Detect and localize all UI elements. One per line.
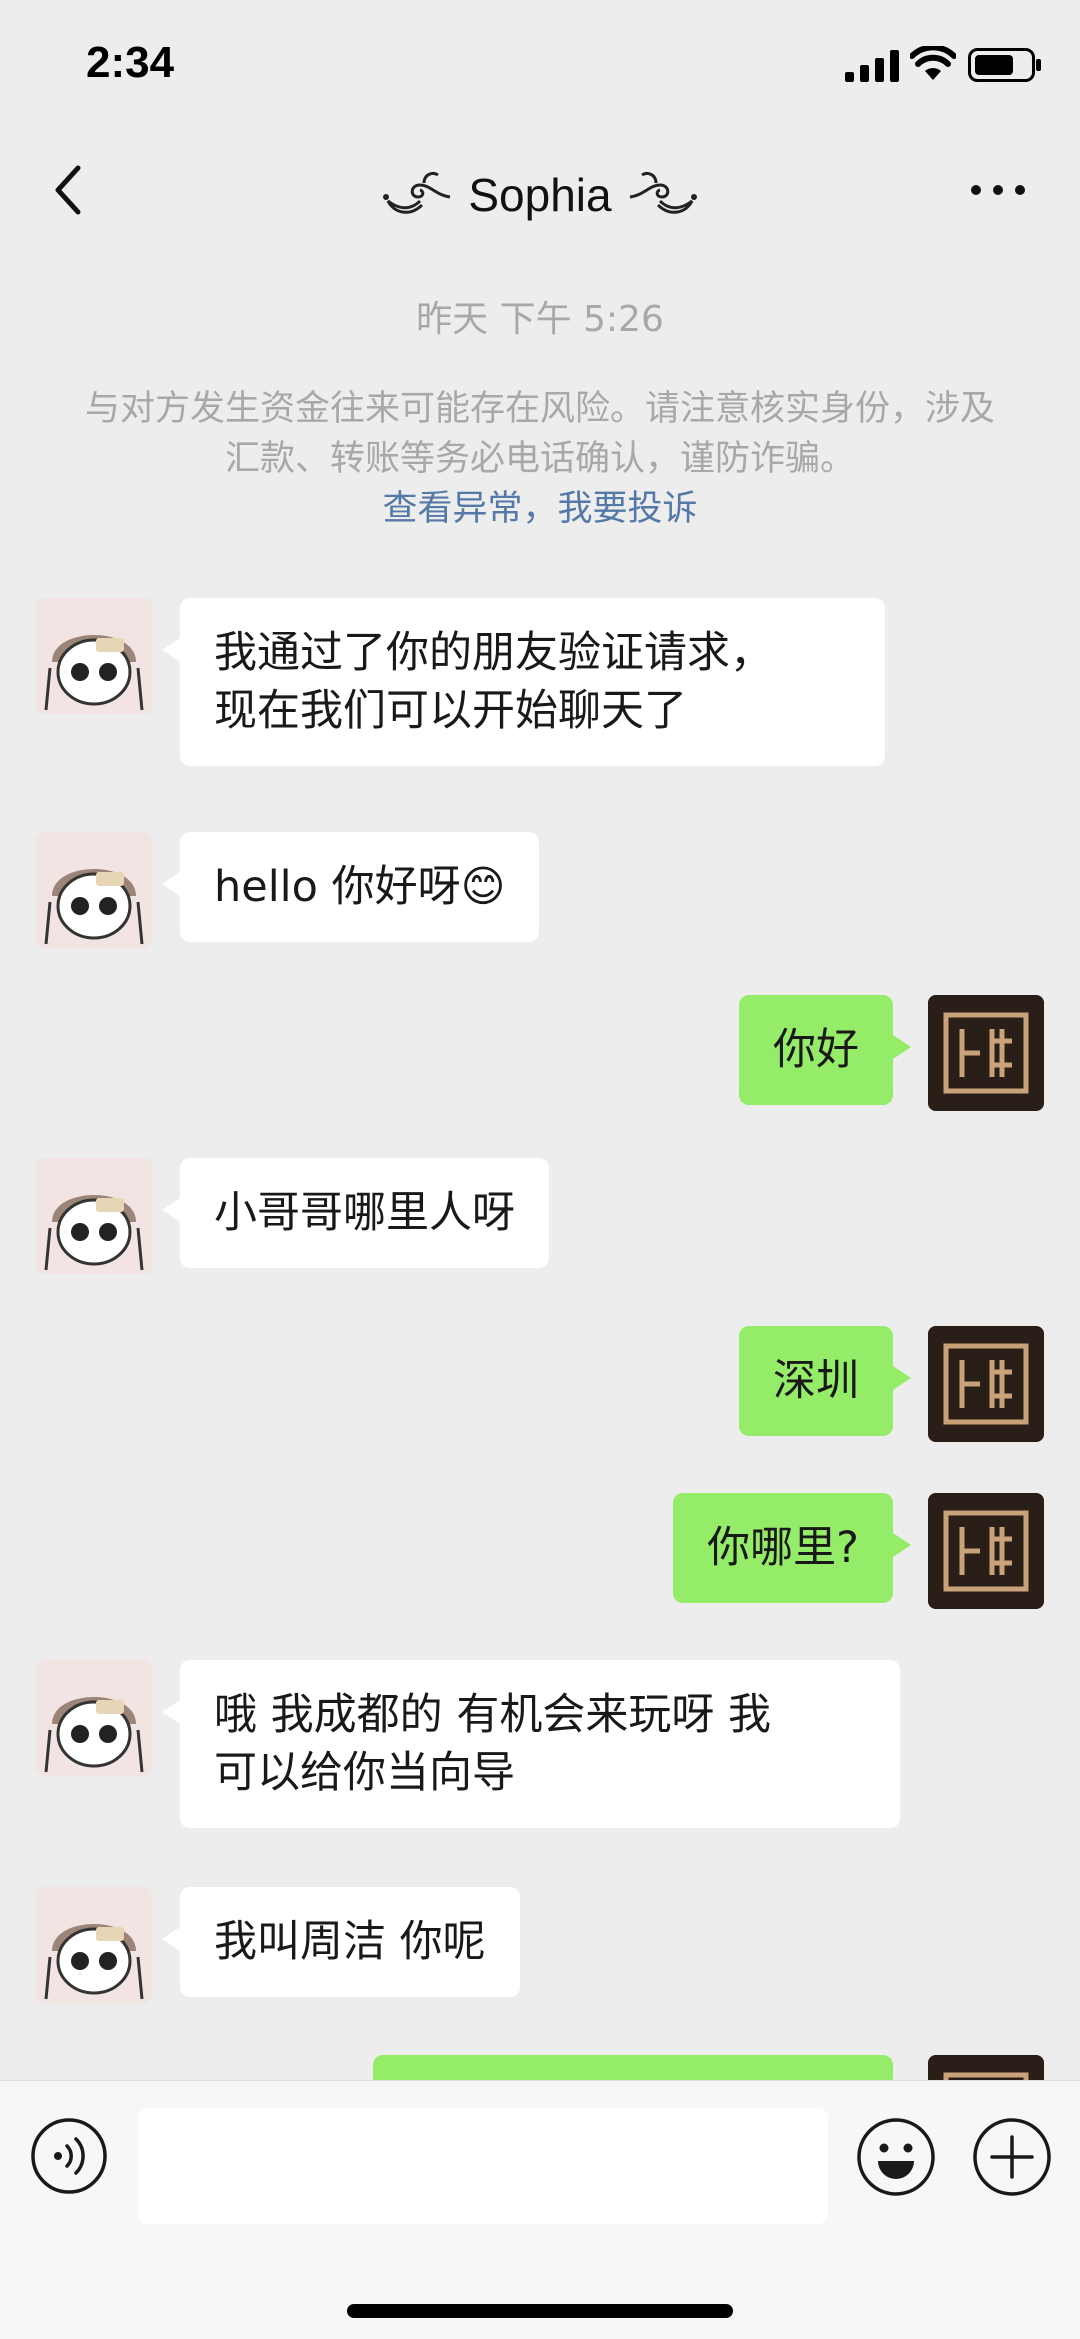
- home-indicator: [347, 2304, 733, 2318]
- contact-avatar[interactable]: [36, 1660, 152, 1776]
- input-bar: [0, 2080, 1080, 2339]
- my-avatar[interactable]: [928, 995, 1044, 1111]
- seal-stamp-avatar-icon: [928, 1326, 1044, 1442]
- emoji-icon: [857, 2118, 935, 2196]
- message-text: 你哪里?: [707, 1523, 859, 1573]
- message-bubble-incoming[interactable]: 我通过了你的朋友验证请求， 现在我们可以开始聊天了: [162, 598, 885, 766]
- contact-avatar[interactable]: [36, 598, 152, 714]
- status-time: 2:34: [86, 38, 175, 87]
- wifi-icon: [910, 46, 956, 80]
- contact-name: Sophia: [468, 168, 612, 221]
- status-bar: 2:34: [0, 0, 1080, 130]
- message-text-line: 我通过了你的朋友验证请求，: [214, 628, 773, 678]
- message-text-line: 哦 我成都的 有机会来玩呀 我: [214, 1690, 772, 1740]
- nav-bar: Sophia: [0, 140, 1080, 240]
- chat-title[interactable]: Sophia: [0, 164, 1080, 223]
- message-bubble-incoming[interactable]: 小哥哥哪里人呀: [162, 1158, 549, 1268]
- message-bubble-outgoing[interactable]: [373, 2055, 893, 2080]
- message-timestamp: 昨天 下午 5:26: [416, 299, 664, 340]
- message-input[interactable]: [138, 2108, 828, 2224]
- more-dots-icon: [971, 185, 1025, 195]
- contact-avatar[interactable]: [36, 1158, 152, 1274]
- warning-link-separator: ，: [522, 489, 558, 529]
- message-bubble-incoming[interactable]: 我叫周洁 你呢: [162, 1887, 520, 1997]
- decoration-right-icon: [630, 171, 698, 214]
- chat-area[interactable]: 昨天 下午 5:26 与对方发生资金往来可能存在风险。请注意核实身份，涉及汇款、…: [0, 280, 1080, 2080]
- message-text: hello 你好呀: [214, 862, 461, 912]
- message-text-line: 现在我们可以开始聊天了: [214, 686, 687, 736]
- seal-stamp-avatar-icon: [928, 1493, 1044, 1609]
- seal-stamp-avatar-icon: [928, 2055, 1044, 2080]
- report-link[interactable]: 我要投诉: [558, 489, 698, 529]
- voice-button[interactable]: [30, 2117, 108, 2195]
- more-button[interactable]: [968, 170, 1028, 210]
- voice-icon: [31, 2118, 107, 2194]
- cartoon-girl-avatar-icon: [36, 1887, 152, 2003]
- cartoon-girl-avatar-icon: [36, 1660, 152, 1776]
- plus-icon: [973, 2118, 1051, 2196]
- battery-icon: [968, 48, 1041, 82]
- cartoon-girl-avatar-icon: [36, 832, 152, 948]
- message-text: 我叫周洁 你呢: [214, 1917, 486, 1967]
- fraud-warning: 与对方发生资金往来可能存在风险。请注意核实身份，涉及汇款、转账等务必电话确认，谨…: [70, 384, 1010, 534]
- cartoon-girl-avatar-icon: [36, 598, 152, 714]
- warning-text: 与对方发生资金往来可能存在风险。请注意核实身份，涉及汇款、转账等务必电话确认，谨…: [84, 389, 995, 479]
- message-bubble-outgoing[interactable]: 你哪里?: [673, 1493, 911, 1603]
- my-avatar[interactable]: [928, 1493, 1044, 1609]
- message-text: 你好: [773, 1025, 859, 1075]
- message-bubble-outgoing[interactable]: 你好: [739, 995, 911, 1105]
- smile-emoji-icon: 😊: [460, 862, 506, 912]
- signal-icon: [845, 50, 899, 82]
- contact-avatar[interactable]: [36, 1887, 152, 2003]
- message-text: 小哥哥哪里人呀: [214, 1188, 515, 1238]
- message-text: 深圳: [773, 1356, 859, 1406]
- contact-avatar[interactable]: [36, 832, 152, 948]
- cartoon-girl-avatar-icon: [36, 1158, 152, 1274]
- message-bubble-incoming[interactable]: 哦 我成都的 有机会来玩呀 我 可以给你当向导: [162, 1660, 900, 1828]
- my-avatar[interactable]: [928, 2055, 1044, 2080]
- message-bubble-incoming[interactable]: hello 你好呀😊: [161, 832, 540, 942]
- message-bubble-outgoing[interactable]: 深圳: [739, 1326, 911, 1436]
- seal-stamp-avatar-icon: [928, 995, 1044, 1111]
- view-abnormal-link[interactable]: 查看异常: [382, 489, 522, 529]
- decoration-left-icon: [382, 171, 450, 214]
- plus-button[interactable]: [972, 2117, 1052, 2197]
- my-avatar[interactable]: [928, 1326, 1044, 1442]
- message-text-line: 可以给你当向导: [214, 1748, 515, 1798]
- emoji-button[interactable]: [856, 2117, 936, 2197]
